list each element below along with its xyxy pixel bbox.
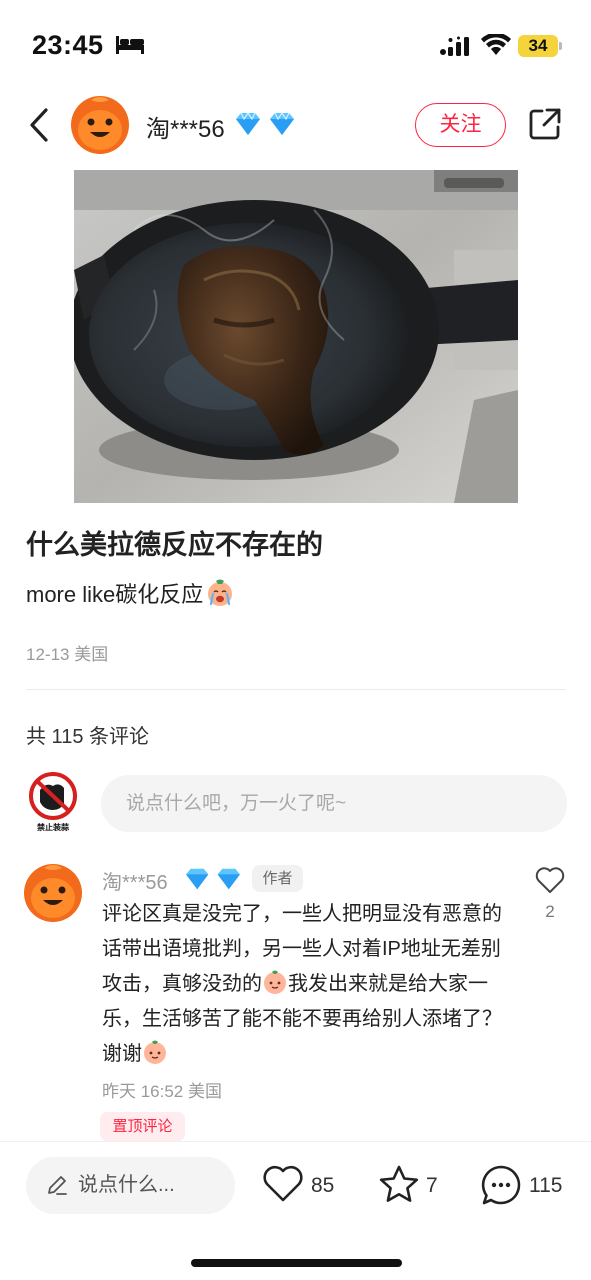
my-avatar[interactable]: 禁止装蒜 (26, 772, 80, 832)
home-indicator[interactable] (191, 1259, 402, 1267)
comment-total-count: 115 (529, 1174, 563, 1197)
pinned-comment-tag: 置顶评论 (100, 1112, 185, 1141)
post-photo[interactable] (74, 170, 518, 503)
post-date: 12-13 (26, 645, 70, 664)
commenter-username[interactable]: 淘***56 (102, 866, 168, 895)
comment-meta: 昨天 16:52 美国 (102, 1077, 222, 1102)
battery-tip (559, 42, 562, 50)
comment-input[interactable]: 说点什么吧，万一火了呢~ (101, 775, 567, 832)
comment-location: 美国 (188, 1082, 222, 1101)
comment-count-label: 共 115 条评论 (26, 726, 149, 748)
crying-emoji-icon (208, 579, 233, 606)
collect-star-icon[interactable] (378, 1164, 420, 1204)
like-heart-icon[interactable] (262, 1165, 304, 1203)
post-location: 美国 (74, 645, 109, 664)
battery-indicator: 34 (518, 35, 558, 57)
status-bar: 23:45 34 (0, 0, 591, 90)
commenter-avatar[interactable] (24, 864, 82, 922)
back-icon[interactable] (26, 106, 52, 144)
divider (26, 689, 566, 690)
post-title: 什么美拉德反应不存在的 (26, 530, 323, 560)
diamond-badge-icon (236, 111, 294, 135)
comment-heart-icon[interactable] (535, 866, 565, 894)
peach-emoji-icon (264, 970, 286, 994)
comment-like-count: 2 (545, 902, 555, 921)
share-icon[interactable] (528, 107, 562, 141)
status-time: 23:45 (32, 30, 104, 60)
post-body-text: more like碳化反应 (26, 582, 204, 607)
diamond-badge-icon (186, 868, 240, 890)
author-tag: 作者 (252, 865, 303, 892)
peach-emoji-icon (144, 1040, 166, 1064)
author-username[interactable]: 淘***56 (146, 109, 225, 144)
like-count: 85 (311, 1174, 335, 1197)
signal-icon (440, 36, 469, 56)
post-body: more like碳化反应 (26, 577, 235, 609)
collect-count: 7 (426, 1174, 438, 1197)
pencil-icon (48, 1176, 67, 1195)
author-avatar[interactable] (71, 96, 129, 154)
comment-text[interactable]: 评论区真是没完了，一些人把明显没有恶意的话带出语境批判，另一些人对着IP地址无差… (102, 897, 502, 1072)
bed-icon (116, 36, 144, 54)
follow-button[interactable]: 关注 (415, 103, 506, 147)
my-avatar-label: 禁止装蒜 (36, 822, 69, 832)
comment-bubble-icon[interactable] (480, 1164, 522, 1206)
wifi-icon (481, 34, 511, 55)
post-meta: 12-13 美国 (26, 640, 108, 665)
comment-time: 昨天 16:52 (102, 1082, 184, 1101)
